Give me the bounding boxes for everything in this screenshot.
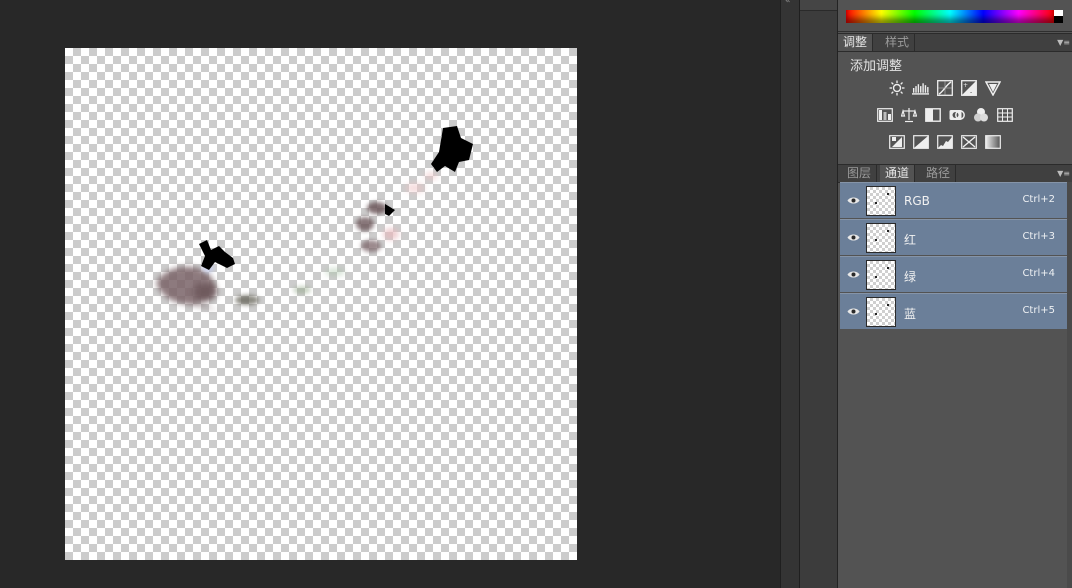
eye-icon[interactable] bbox=[847, 307, 860, 316]
tab-styles[interactable]: 样式 bbox=[880, 34, 916, 51]
eye-icon[interactable] bbox=[847, 270, 860, 279]
panel-menu-icon[interactable]: ▼≡ bbox=[1057, 34, 1070, 51]
selective-color-icon[interactable] bbox=[960, 134, 977, 150]
collapsed-panel-strip[interactable] bbox=[800, 0, 838, 588]
channel-shortcut: Ctrl+5 bbox=[1022, 305, 1055, 316]
channel-thumbnail bbox=[866, 186, 896, 216]
photoshop-window: « 调整 样式 ▼≡ 添加调整 + - 图层 通道 路径 ▼≡ RGB Ctrl… bbox=[0, 0, 1072, 588]
black-white-icon[interactable] bbox=[924, 107, 941, 123]
channel-row-red[interactable]: 红 Ctrl+3 bbox=[840, 219, 1067, 255]
channel-list: RGB Ctrl+2 红 Ctrl+3 绿 Ctrl+4 蓝 Ctrl+5 bbox=[838, 182, 1072, 330]
channel-row-rgb[interactable]: RGB Ctrl+2 bbox=[840, 182, 1067, 218]
adjustment-row-1: + - bbox=[888, 80, 1001, 96]
brightness-contrast-icon[interactable] bbox=[888, 80, 905, 96]
channel-thumbnail bbox=[866, 260, 896, 290]
channel-row-green[interactable]: 绿 Ctrl+4 bbox=[840, 256, 1067, 292]
eye-icon[interactable] bbox=[847, 196, 860, 205]
invert-icon[interactable] bbox=[888, 134, 905, 150]
hue-saturation-icon[interactable] bbox=[876, 107, 893, 123]
curves-icon[interactable] bbox=[936, 80, 953, 96]
panel-menu-icon[interactable]: ▼≡ bbox=[1057, 165, 1070, 182]
black-swatch[interactable] bbox=[1054, 16, 1063, 23]
threshold-icon[interactable] bbox=[936, 134, 953, 150]
channel-shortcut: Ctrl+2 bbox=[1022, 194, 1055, 205]
tab-paths[interactable]: 路径 bbox=[921, 165, 957, 182]
panel-dock: 调整 样式 ▼≡ 添加调整 + - 图层 通道 路径 ▼≡ RGB Ctrl+2… bbox=[838, 0, 1072, 588]
black-white-swatch[interactable] bbox=[1054, 10, 1063, 23]
color-balance-icon[interactable] bbox=[900, 107, 917, 123]
document-workspace[interactable] bbox=[0, 0, 780, 588]
ink-blobs bbox=[199, 126, 473, 270]
strip-grip[interactable] bbox=[800, 0, 837, 11]
panel-dock-divider[interactable]: « bbox=[780, 0, 800, 588]
channel-name: 绿 bbox=[904, 270, 917, 284]
channel-thumbnail bbox=[866, 223, 896, 253]
channel-row-blue[interactable]: 蓝 Ctrl+5 bbox=[840, 293, 1067, 329]
exposure-icon[interactable]: + - bbox=[960, 80, 977, 96]
channel-thumbnail bbox=[866, 297, 896, 327]
tab-layers[interactable]: 图层 bbox=[842, 165, 878, 182]
svg-text:-: - bbox=[970, 89, 972, 96]
layers-tabbar: 图层 通道 路径 ▼≡ bbox=[838, 164, 1072, 183]
document-canvas[interactable] bbox=[65, 48, 577, 560]
adjustment-row-2 bbox=[876, 107, 1013, 123]
svg-text:+: + bbox=[963, 82, 968, 89]
color-panel bbox=[838, 0, 1072, 32]
panel-scrollbar[interactable] bbox=[1067, 182, 1072, 588]
collapse-arrows-icon[interactable]: « bbox=[785, 0, 791, 6]
posterize-icon[interactable] bbox=[912, 134, 929, 150]
adjustments-tabbar: 调整 样式 ▼≡ bbox=[838, 33, 1072, 52]
tab-adjustments[interactable]: 调整 bbox=[838, 34, 874, 51]
channel-shortcut: Ctrl+3 bbox=[1022, 231, 1055, 242]
channel-name: 蓝 bbox=[904, 307, 917, 321]
photo-filter-icon[interactable] bbox=[948, 107, 965, 123]
color-lookup-icon[interactable] bbox=[996, 107, 1013, 123]
color-spectrum[interactable] bbox=[846, 10, 1054, 23]
channel-name: 红 bbox=[904, 233, 917, 247]
brush-smudges bbox=[156, 172, 438, 312]
canvas-artwork bbox=[156, 126, 473, 312]
channel-name: RGB bbox=[904, 194, 930, 208]
channel-mixer-icon[interactable] bbox=[972, 107, 989, 123]
gradient-map-icon[interactable] bbox=[984, 134, 1001, 150]
tab-channels[interactable]: 通道 bbox=[880, 165, 916, 182]
eye-icon[interactable] bbox=[847, 233, 860, 242]
adjustments-title: 添加调整 bbox=[850, 59, 903, 74]
vibrance-icon[interactable] bbox=[984, 80, 1001, 96]
levels-icon[interactable] bbox=[912, 80, 929, 96]
adjustment-row-3 bbox=[888, 134, 1001, 150]
channel-shortcut: Ctrl+4 bbox=[1022, 268, 1055, 279]
